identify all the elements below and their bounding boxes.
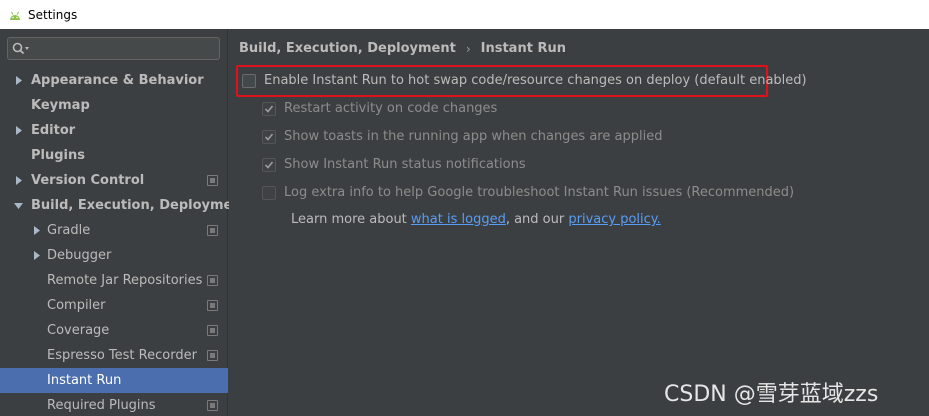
sidebar-item-label: Compiler xyxy=(47,298,106,313)
option-row: Restart activity on code changes xyxy=(262,101,497,116)
learn-more-text: Learn more about what is logged, and our… xyxy=(291,212,661,227)
option-label: Show Instant Run status notifications xyxy=(284,157,526,172)
window-titlebar: Settings xyxy=(0,0,929,29)
learn-more-prefix: Learn more about xyxy=(291,212,411,227)
sidebar-item-label: Keymap xyxy=(31,98,90,113)
settings-sidebar: Appearance & Behavior Keymap Editor Plugins… xyxy=(0,29,248,416)
sidebar-item[interactable]: Gradle xyxy=(0,218,228,243)
breadcrumb-parent: Build, Execution, Deployment xyxy=(239,41,456,56)
project-settings-icon xyxy=(207,175,218,186)
project-settings-icon xyxy=(207,350,218,361)
project-settings-icon xyxy=(207,400,218,411)
option-label: Show toasts in the running app when chan… xyxy=(284,129,663,144)
project-settings-icon xyxy=(207,325,218,336)
sidebar-item[interactable]: Plugins xyxy=(0,143,228,168)
option-checkbox xyxy=(262,157,276,172)
sidebar-item[interactable]: Editor xyxy=(0,118,228,143)
privacy-policy-link[interactable]: privacy policy. xyxy=(568,212,660,227)
sidebar-item[interactable]: Remote Jar Repositories xyxy=(0,268,228,293)
sidebar-item[interactable]: Coverage xyxy=(0,318,228,343)
android-icon xyxy=(8,8,22,22)
sidebar-item-label: Required Plugins xyxy=(47,398,156,413)
sidebar-item-label: Remote Jar Repositories xyxy=(47,273,203,288)
sidebar-item-label: Debugger xyxy=(47,248,112,263)
chevron-right-icon[interactable] xyxy=(31,226,41,236)
sidebar-item[interactable]: Version Control xyxy=(0,168,228,193)
watermark: CSDN @雪芽蓝域zzs xyxy=(664,382,879,407)
window-title: Settings xyxy=(28,7,78,22)
option-label: Enable Instant Run to hot swap code/reso… xyxy=(264,73,807,88)
search-box[interactable] xyxy=(7,37,220,60)
what-is-logged-link[interactable]: what is logged xyxy=(411,212,506,227)
project-settings-icon xyxy=(207,300,218,311)
project-settings-icon xyxy=(207,225,218,236)
sidebar-item-label: Plugins xyxy=(31,148,85,163)
sidebar-item[interactable]: Keymap xyxy=(0,93,228,118)
sidebar-item[interactable]: Instant Run xyxy=(0,368,228,393)
breadcrumb-separator: › xyxy=(465,41,471,56)
sidebar-item-label: Version Control xyxy=(31,173,145,188)
chevron-down-icon[interactable] xyxy=(13,201,23,211)
sidebar-item-label: Espresso Test Recorder xyxy=(47,348,197,363)
sidebar-item-label: Instant Run xyxy=(47,373,122,388)
chevron-right-icon[interactable] xyxy=(31,251,41,261)
sidebar-item[interactable]: Espresso Test Recorder xyxy=(0,343,228,368)
option-checkbox xyxy=(262,129,276,144)
chevron-right-icon[interactable] xyxy=(13,126,23,136)
option-row: Show toasts in the running app when chan… xyxy=(262,129,662,144)
option-row: Log extra info to help Google troublesho… xyxy=(262,185,794,200)
search-icon[interactable] xyxy=(12,41,32,57)
learn-more-middle: , and our xyxy=(505,212,569,227)
sidebar-item[interactable]: Appearance & Behavior xyxy=(0,68,228,93)
breadcrumb-current: Instant Run xyxy=(480,41,566,56)
option-row: Show Instant Run status notifications xyxy=(262,157,526,172)
chevron-right-icon[interactable] xyxy=(13,176,23,186)
sidebar-item[interactable]: Compiler xyxy=(0,293,228,318)
sidebar-item-label: Gradle xyxy=(47,223,91,238)
option-checkbox xyxy=(262,185,276,200)
sidebar-item[interactable]: Required Plugins xyxy=(0,393,228,416)
chevron-right-icon[interactable] xyxy=(13,76,23,86)
sidebar-item-label: Coverage xyxy=(47,323,110,338)
sidebar-item[interactable]: Debugger xyxy=(0,243,228,268)
option-checkbox[interactable] xyxy=(242,73,256,88)
sidebar-item-label: Build, Execution, Deployment xyxy=(31,198,248,213)
option-checkbox xyxy=(262,101,276,116)
sidebar-item[interactable]: Build, Execution, Deployment xyxy=(0,193,248,218)
option-label: Log extra info to help Google troublesho… xyxy=(284,185,795,200)
settings-content: Build, Execution, Deployment › Instant R… xyxy=(229,29,929,416)
sidebar-item-label: Appearance & Behavior xyxy=(31,73,204,88)
search-input[interactable] xyxy=(32,38,219,59)
option-row[interactable]: Enable Instant Run to hot swap code/reso… xyxy=(242,73,807,88)
project-settings-icon xyxy=(207,275,218,286)
option-label: Restart activity on code changes xyxy=(284,101,498,116)
breadcrumb: Build, Execution, Deployment › Instant R… xyxy=(239,41,566,56)
sidebar-item-label: Editor xyxy=(31,123,76,138)
